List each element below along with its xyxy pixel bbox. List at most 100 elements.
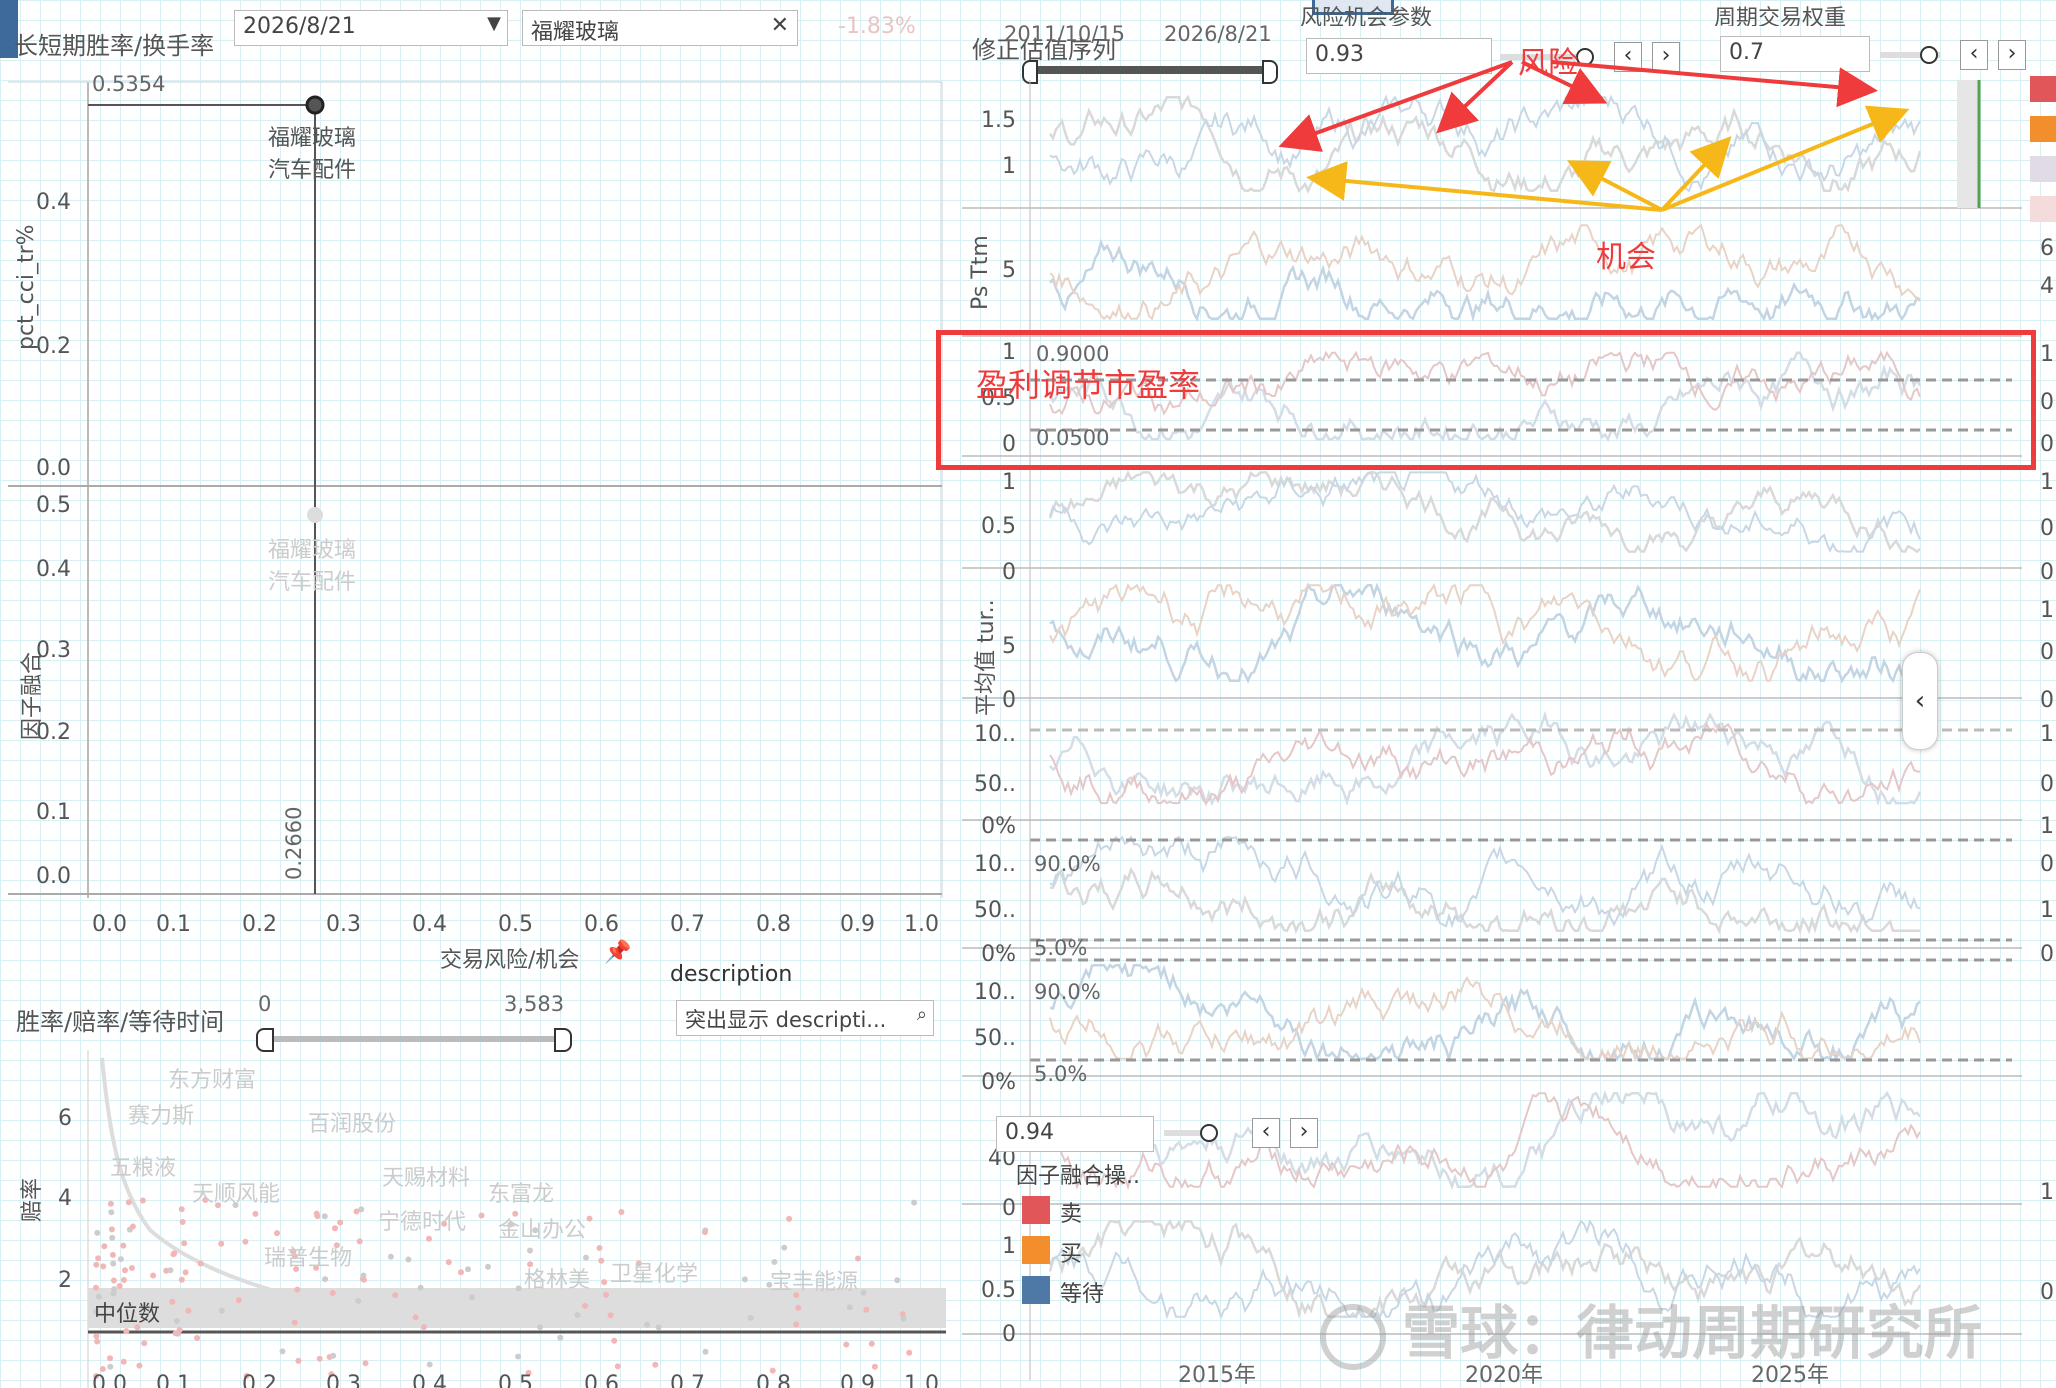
scatter-dot [537,1324,544,1331]
scatter-dot [863,1306,870,1313]
scatter-dot [356,1238,363,1245]
x-tick: 2015年 [1178,1363,1256,1388]
stock-filter-value: 福耀玻璃 [531,20,620,45]
fusion-param-input[interactable]: 0.94 [996,1116,1154,1152]
row-tick: 1 [1002,470,1016,495]
right-legend-swatch-red[interactable] [2030,76,2056,102]
right-edge-tick: 0 [2040,516,2054,541]
legend-buy-swatch[interactable] [1022,1236,1050,1264]
legend-buy-label: 买 [1060,1242,1083,1267]
dropdown-arrow-icon[interactable]: ▼ [487,13,501,34]
stock-filter[interactable]: 福耀玻璃 ✕ [522,10,798,46]
scatter-dot [786,1215,793,1222]
side-panel-toggle[interactable]: ‹ [1902,652,1938,750]
scatter-dot [185,1307,192,1314]
scatter-dot [392,1292,399,1299]
row-tick: 0% [981,942,1016,967]
scatter-dot [110,1260,117,1267]
scatter-dot [176,1327,183,1333]
fusion-slider-knob[interactable] [1200,1124,1218,1142]
scatter-dot [116,1283,123,1289]
x-tick: 0.7 [670,1372,705,1388]
right-edge-tick: 1 [2040,1180,2054,1205]
search-icon: ⌕ [916,1004,927,1025]
scatter-dot [871,1363,878,1370]
stock-label: 东方财富 [168,1068,257,1093]
bottom-x-ticks: 0.0 0.1 0.2 0.3 0.4 0.5 0.6 0.7 0.8 0.9 … [0,1372,950,1388]
stock-label: 格林美 [524,1268,591,1293]
scatter-dot [603,1291,609,1298]
scatter-dot [574,1312,581,1319]
slider-handle-left[interactable] [256,1028,274,1052]
row-factor-b [962,469,2022,569]
page-title: 长短期胜率/换手率 [14,32,215,60]
scatter-dot [702,1348,709,1355]
x-tick: 0.3 [326,1372,361,1388]
scatter-dot [107,1355,113,1362]
right-edge-tick: 1 [2040,814,2054,839]
x-tick: 0.8 [756,912,791,937]
scatter-dot [515,1285,522,1292]
annotation-opportunity: 机会 [1596,240,1656,275]
right-edge-tick: 1 [2040,342,2054,367]
scatter-dot [179,1219,186,1225]
y-axis-label-odds: 赔率 [20,1177,45,1222]
scatter-dot [583,1254,589,1261]
ref-value-x: 0.2660 [282,806,306,880]
y-axis-label-top: pct_cci_tr% [14,224,39,350]
scatter-dot [107,1363,114,1370]
x-tick: 0.4 [412,1372,447,1388]
legend-sell-label: 卖 [1060,1202,1083,1227]
scatter-dot [110,1277,117,1284]
legend-wait-label: 等待 [1060,1282,1105,1307]
x-tick: 0.2 [242,912,277,937]
scatter-dot [644,1321,651,1328]
scatter-risk-chart [8,81,943,898]
scatter-dot [362,1360,369,1367]
scatter-dot [141,1340,148,1347]
right-legend-swatch-pink[interactable] [2030,196,2056,222]
scatter-dot [330,1352,337,1359]
description-label: description [670,962,793,987]
close-icon[interactable]: ✕ [771,13,789,38]
scatter-dot [291,1319,298,1326]
pin-icon[interactable]: 📌 [604,940,631,965]
scatter-dot [120,1242,127,1249]
x-tick: 0.8 [756,1372,791,1388]
row-tick: 1 [1002,1234,1016,1259]
date-select[interactable]: 2026/8/21 ▼ [234,10,508,46]
legend-sell-swatch[interactable] [1022,1196,1050,1224]
scatter-dot [894,1277,901,1284]
row-tick: 0 [1002,560,1016,585]
right-edge-tick: 0 [2040,560,2054,585]
x-tick: 0.7 [670,912,705,937]
fusion-prev-button[interactable]: ‹ [1252,1118,1280,1148]
scatter-dot [426,1235,432,1242]
scatter-dot [855,1255,861,1262]
scatter-dot [618,1209,625,1215]
scatter-dot [279,1348,286,1355]
scatter-dot [321,1213,328,1220]
waiting-time-slider[interactable] [262,1036,562,1042]
right-edge-tick: 1 [2040,722,2054,747]
right-legend-swatch-orange[interactable] [2030,116,2056,142]
legend-wait-swatch[interactable] [1022,1276,1050,1304]
scatter-dot [598,1257,605,1264]
scatter-dot [139,1197,146,1204]
scatter-dot [167,1267,174,1274]
right-legend-swatch-lavender[interactable] [2030,156,2056,182]
slider-handle-right[interactable] [554,1028,572,1052]
stock-label: 五粮液 [110,1156,177,1181]
stock-label: 赛力斯 [128,1104,195,1129]
stock-label: 瑞普生物 [264,1246,353,1271]
x-tick: 0.0 [92,912,127,937]
watermark: 雪球：律动周期研究所 [1320,1286,1982,1370]
fusion-next-button[interactable]: › [1290,1118,1318,1148]
description-highlight-input[interactable]: 突出显示 descripti... ⌕ [676,1000,934,1036]
y-tick: 2 [58,1268,72,1293]
right-edge-tick: 0 [2040,640,2054,665]
right-edge-tick: 0 [2040,1280,2054,1305]
scatter-dot [355,1297,362,1304]
y-tick: 0.4 [36,557,71,582]
x-tick: 0.6 [584,912,619,937]
